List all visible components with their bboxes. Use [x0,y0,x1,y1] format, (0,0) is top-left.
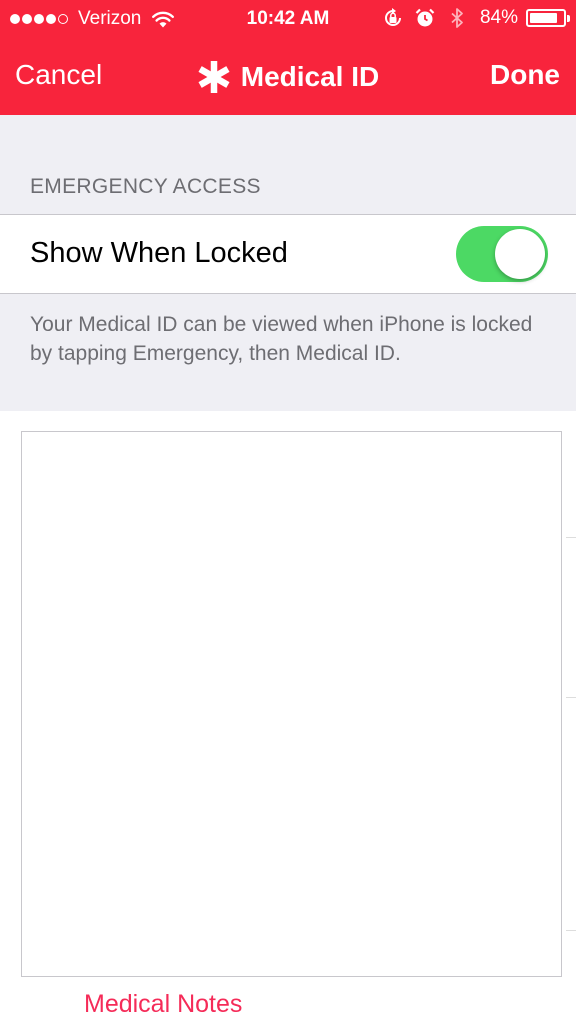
battery-level-fill [530,13,557,23]
divider [566,537,576,538]
star-of-life-icon [198,61,230,93]
medical-notes-label: Medical Notes [84,990,243,1018]
battery-nub [567,15,570,22]
show-when-locked-label: Show When Locked [30,237,288,269]
divider [566,930,576,931]
done-button[interactable]: Done [490,59,560,91]
divider [566,697,576,698]
bluetooth-icon [451,8,463,28]
status-bar-right: 84% [372,6,570,30]
battery-icon [526,9,570,27]
toggle-knob [495,229,545,279]
emergency-access-footer-note: Your Medical ID can be viewed when iPhon… [30,313,533,365]
show-when-locked-row: Show When Locked [0,214,576,294]
section-header-emergency-access: EMERGENCY ACCESS [30,175,261,198]
rotation-lock-icon [384,8,401,26]
show-when-locked-toggle[interactable] [456,226,548,282]
medical-id-screen: Verizon 10:42 AM 84% Cancel Medical ID D… [0,0,576,1024]
navigation-bar: Cancel Medical ID Done [0,40,576,115]
medical-notes-text-area[interactable] [21,431,562,977]
page-title-text: Medical ID [240,61,380,92]
header: Verizon 10:42 AM 84% Cancel Medical ID D… [0,0,576,115]
battery-percent: 84% [479,7,518,28]
status-bar: Verizon 10:42 AM 84% [0,0,576,38]
alarm-icon [415,8,435,27]
